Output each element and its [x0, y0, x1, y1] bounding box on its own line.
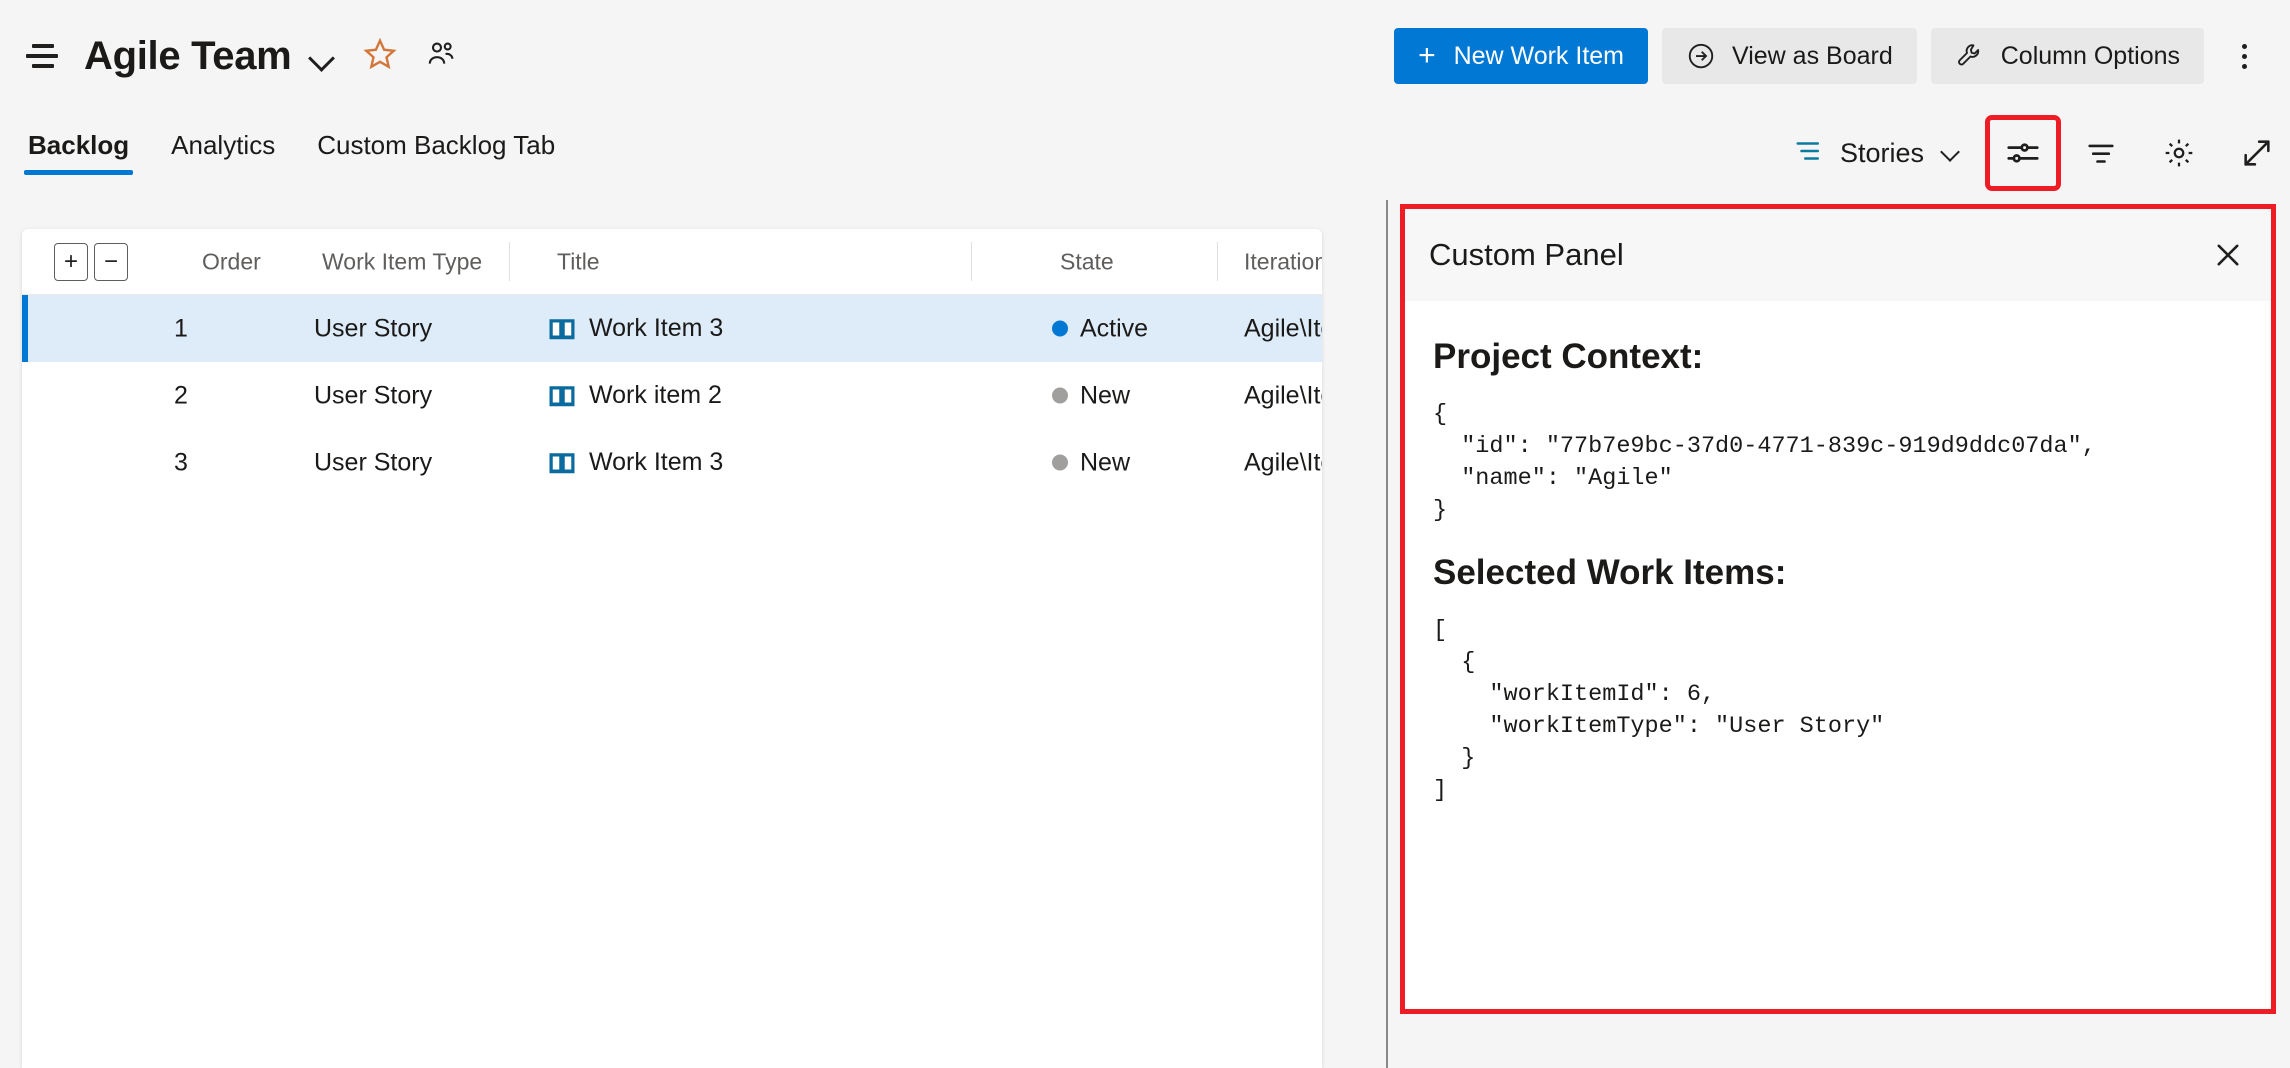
content-area: + − Order Work Item Type Title State Ite…	[0, 200, 2290, 1068]
grid-header-row: + − Order Work Item Type Title State Ite…	[22, 229, 1322, 295]
cell-order: 2	[174, 381, 188, 410]
backlog-levels-icon	[1794, 138, 1824, 169]
hamburger-line	[32, 44, 54, 48]
cell-state-text: New	[1080, 381, 1130, 410]
top-command-bar: Agile Team + New Work Item View as	[0, 0, 2290, 112]
view-controls: Stories	[1784, 120, 2290, 186]
column-header-iteration[interactable]: Iteration	[1244, 248, 1322, 275]
status-dot	[1052, 321, 1068, 337]
table-row[interactable]: 2 User Story Work item 2 New A	[22, 362, 1322, 429]
cell-state: New	[1052, 448, 1130, 477]
star-icon[interactable]	[363, 37, 397, 76]
cell-state-text: New	[1080, 448, 1130, 477]
close-icon[interactable]	[2203, 230, 2253, 280]
arrow-right-circle-icon	[1686, 41, 1716, 71]
selected-work-items-json: [ { "workItemId": 6, "workItemType": "Us…	[1433, 615, 2243, 807]
hamburger-line	[32, 64, 54, 68]
collapse-all-button[interactable]: −	[94, 243, 128, 281]
more-dot	[2242, 44, 2247, 49]
wrench-icon	[1955, 41, 1985, 71]
expand-all-button[interactable]: +	[54, 243, 88, 281]
column-divider[interactable]	[1217, 242, 1218, 281]
project-context-json: { "id": "77b7e9bc-37d0-4771-839c-919d9dd…	[1433, 399, 2243, 527]
settings-gear-icon[interactable]	[2146, 120, 2212, 186]
cell-order: 1	[174, 314, 188, 343]
status-dot	[1052, 455, 1068, 471]
cell-order: 3	[174, 448, 188, 477]
backlog-grid: + − Order Work Item Type Title State Ite…	[22, 229, 1322, 1068]
selected-work-items-heading: Selected Work Items:	[1433, 553, 2243, 593]
view-as-board-button[interactable]: View as Board	[1662, 28, 1917, 84]
panel-splitter[interactable]	[1386, 200, 1388, 1068]
expand-collapse-group: + −	[54, 243, 128, 281]
people-icon[interactable]	[425, 38, 457, 75]
hamburger-icon[interactable]	[24, 41, 60, 71]
custom-panel-header: Custom Panel	[1405, 209, 2271, 301]
tab-custom-backlog-tab[interactable]: Custom Backlog Tab	[313, 124, 559, 175]
backlog-tabs: Backlog Analytics Custom Backlog Tab	[24, 124, 559, 175]
column-options-button[interactable]: Column Options	[1931, 28, 2204, 84]
cell-title[interactable]: Work item 2	[547, 381, 722, 411]
column-divider[interactable]	[509, 242, 510, 281]
cell-title-text: Work Item 3	[589, 314, 723, 343]
custom-panel-title: Custom Panel	[1429, 237, 1624, 273]
cell-iteration: Agile\Ite	[1244, 381, 1322, 410]
fullscreen-expand-icon[interactable]	[2224, 120, 2290, 186]
new-work-item-button[interactable]: + New Work Item	[1394, 28, 1648, 84]
column-divider[interactable]	[971, 242, 972, 281]
user-story-book-icon	[547, 448, 577, 478]
column-header-work-item-type[interactable]: Work Item Type	[322, 248, 482, 275]
more-dot	[2242, 54, 2247, 59]
cell-state: Active	[1052, 314, 1148, 343]
cell-work-item-type: User Story	[314, 381, 432, 410]
new-work-item-label: New Work Item	[1454, 42, 1624, 71]
column-header-title[interactable]: Title	[557, 248, 600, 275]
chevron-down-icon	[1940, 142, 1962, 164]
cell-title[interactable]: Work Item 3	[547, 448, 723, 478]
backlog-level-picker[interactable]: Stories	[1784, 130, 1972, 177]
cell-title[interactable]: Work Item 3	[547, 314, 723, 344]
more-vertical-icon[interactable]	[2222, 28, 2266, 84]
tab-backlog[interactable]: Backlog	[24, 124, 133, 175]
column-header-state[interactable]: State	[1060, 248, 1114, 275]
tabs-row: Backlog Analytics Custom Backlog Tab Sto…	[0, 112, 2290, 200]
user-story-book-icon	[547, 381, 577, 411]
column-options-label: Column Options	[2001, 42, 2180, 71]
backlog-level-label: Stories	[1840, 138, 1924, 169]
view-as-board-label: View as Board	[1732, 42, 1893, 71]
command-bar-actions: + New Work Item View as Board Column Opt…	[1394, 0, 2266, 112]
status-dot	[1052, 388, 1068, 404]
hamburger-line	[26, 54, 58, 58]
cell-work-item-type: User Story	[314, 448, 432, 477]
custom-panel: Custom Panel Project Context: { "id": "7…	[1400, 204, 2276, 1014]
more-dot	[2242, 64, 2247, 69]
column-header-order[interactable]: Order	[202, 248, 261, 275]
cell-state: New	[1052, 381, 1130, 410]
filter-icon[interactable]	[2068, 120, 2134, 186]
cell-iteration: Agile\Ite	[1244, 314, 1322, 343]
project-context-heading: Project Context:	[1433, 337, 2243, 377]
cell-state-text: Active	[1080, 314, 1148, 343]
cell-title-text: Work Item 3	[589, 448, 723, 477]
table-row[interactable]: 3 User Story Work Item 3 New A	[22, 429, 1322, 496]
cell-title-text: Work item 2	[589, 381, 722, 410]
page-title: Agile Team	[84, 34, 291, 79]
cell-work-item-type: User Story	[314, 314, 432, 343]
chevron-down-icon[interactable]	[307, 41, 337, 71]
user-story-book-icon	[547, 314, 577, 344]
plus-icon: +	[1418, 41, 1436, 71]
tab-analytics[interactable]: Analytics	[167, 124, 279, 175]
cell-iteration: Agile\Ite	[1244, 448, 1322, 477]
view-options-icon[interactable]	[1990, 120, 2056, 186]
table-row[interactable]: 1 User Story Work Item 3 Active	[22, 295, 1322, 362]
custom-panel-body: Project Context: { "id": "77b7e9bc-37d0-…	[1405, 301, 2271, 1009]
